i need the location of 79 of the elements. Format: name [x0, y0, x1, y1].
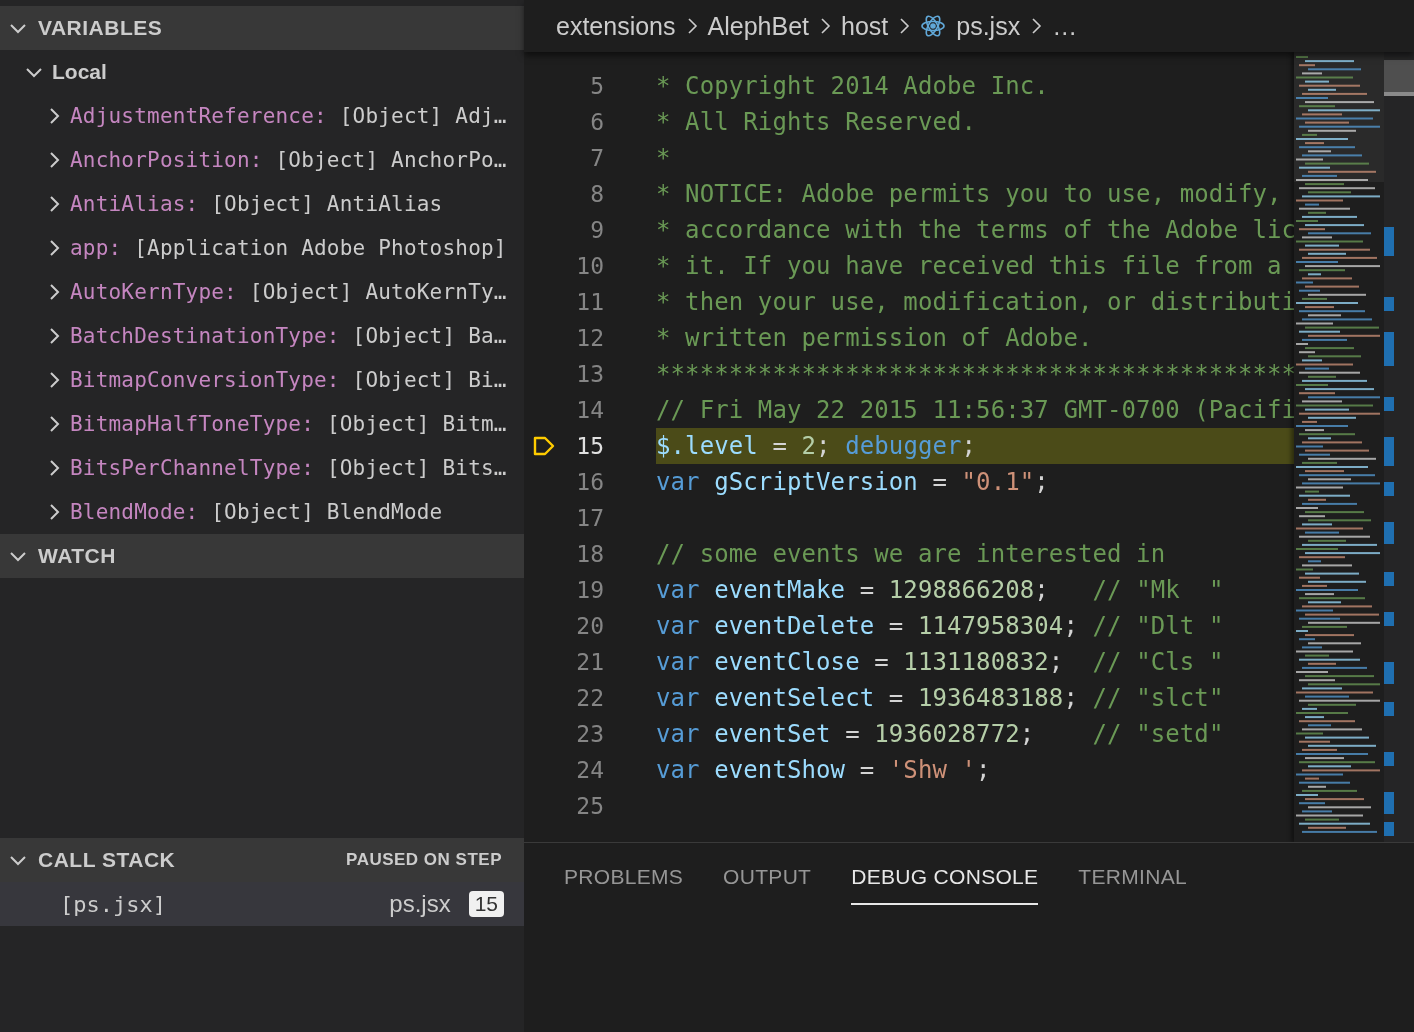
code-line: var gScriptVersion = "0.1"; — [656, 468, 1049, 496]
breadcrumb[interactable]: host — [841, 11, 889, 41]
chevron-right-icon — [819, 16, 831, 36]
code-line: * accordance with the terms of the Adobe lic — [656, 216, 1294, 244]
code-line: var eventSelect = 1936483188; // "slct" — [656, 684, 1224, 712]
frame-file: ps.jsx — [389, 890, 451, 918]
section-header[interactable]: VARIABLES — [0, 6, 524, 50]
panel-tab[interactable]: TERMINAL — [1078, 865, 1187, 905]
line-number: 18 — [575, 541, 604, 567]
line-number: 24 — [575, 757, 604, 783]
code-line: var eventDelete = 1147958304; // "Dlt " — [656, 612, 1224, 640]
code-line: ******************************************** — [656, 360, 1294, 388]
variable-entry[interactable]: AnchorPosition: [Object] AnchorPo… — [70, 148, 507, 172]
chevron-right-icon — [1030, 16, 1043, 36]
code-line: $.level = 2; debugger; — [656, 432, 977, 460]
line-number: 21 — [575, 649, 604, 675]
frame-name: [ps.jsx] — [60, 891, 166, 917]
panel-tab[interactable]: DEBUG CONSOLE — [851, 865, 1039, 905]
paused-arrow-icon — [532, 434, 556, 458]
line-number: 6 — [589, 109, 604, 135]
line-number: 10 — [575, 253, 604, 279]
code-line: * All Rights Reserved. — [656, 108, 977, 136]
code-line: // Fri May 22 2015 11:56:37 GMT-0700 (Pacifi — [656, 396, 1294, 424]
code-line: * written permission of Adobe. — [656, 324, 1093, 352]
line-number: 19 — [575, 577, 604, 603]
line-number: 23 — [575, 721, 604, 747]
line-number: 14 — [575, 397, 604, 423]
breadcrumb[interactable]: … — [1052, 11, 1078, 41]
line-number: 11 — [575, 289, 604, 315]
panel-tab[interactable]: PROBLEMS — [564, 865, 684, 905]
line-number: 12 — [575, 325, 604, 351]
variable-entry[interactable]: AutoKernType: [Object] AutoKernTy… — [70, 280, 507, 304]
variable-entry[interactable]: BatchDestinationType: [Object] Ba… — [70, 324, 507, 348]
breadcrumb[interactable]: extensions — [556, 11, 676, 41]
line-number: 15 — [575, 433, 604, 459]
line-badge: 15 — [468, 891, 504, 917]
line-number: 5 — [589, 73, 604, 99]
panel-tab[interactable]: OUTPUT — [723, 865, 812, 905]
scrollbar-drawing[interactable] — [1384, 52, 1414, 842]
code-line: var eventSet = 1936028772; // "setd" — [656, 720, 1224, 748]
code-line: * NOTICE: Adobe permits you to use, modify, — [656, 180, 1282, 208]
variable-entry[interactable]: BitmapConversionType: [Object] Bi… — [70, 368, 507, 392]
line-number: 8 — [589, 181, 604, 207]
code-line: * Copyright 2014 Adobe Inc. — [656, 72, 1049, 100]
breadcrumb[interactable]: AlephBet — [707, 11, 809, 41]
code-line: * then your use, modification, or distributi — [656, 288, 1294, 316]
line-number: 9 — [589, 217, 604, 243]
minimap-drawing[interactable] — [1294, 52, 1384, 842]
stack-frame[interactable]: [ps.jsx] ps.jsx 15 — [0, 882, 524, 926]
code-line: * — [656, 144, 671, 172]
line-number: 22 — [575, 685, 604, 711]
breadcrumb[interactable]: ps.jsx — [956, 11, 1021, 41]
code-line: var eventClose = 1131180832; // "Cls " — [656, 648, 1224, 676]
code-line: * it. If you have received this file from a — [656, 252, 1282, 280]
line-number: 13 — [575, 361, 604, 387]
chevron-right-icon — [685, 16, 698, 36]
line-number: 17 — [575, 505, 604, 531]
variable-entry[interactable]: app: [Application Adobe Photoshop] — [70, 236, 507, 260]
code-line: var eventShow = 'Shw '; — [656, 756, 991, 784]
line-number: 25 — [575, 793, 604, 819]
scope-name[interactable]: Local — [52, 60, 107, 84]
section-title: VARIABLES — [38, 16, 163, 40]
line-number: 20 — [575, 613, 604, 639]
pause-status: PAUSED ON STEP — [346, 850, 502, 870]
atom-icon — [920, 13, 947, 39]
section-title: WATCH — [38, 544, 116, 568]
section-header[interactable]: CALL STACK PAUSED ON STEP — [0, 838, 524, 882]
variable-entry[interactable]: BitmapHalfToneType: [Object] Bitm… — [70, 412, 507, 436]
line-number: 16 — [575, 469, 604, 495]
line-number: 7 — [589, 145, 604, 171]
variable-entry[interactable]: AntiAlias: [Object] AntiAlias — [70, 192, 443, 216]
chevron-right-icon — [898, 16, 911, 36]
variable-entry[interactable]: BitsPerChannelType: [Object] Bits… — [70, 456, 507, 480]
code-line: // some events we are interested in — [656, 540, 1166, 568]
variable-entry[interactable]: AdjustmentReference: [Object] Adj… — [70, 104, 507, 128]
section-header[interactable]: WATCH — [0, 534, 524, 578]
section-title: CALL STACK — [38, 848, 176, 872]
variable-entry[interactable]: BlendMode: [Object] BlendMode — [70, 500, 443, 524]
code-line: var eventMake = 1298866208; // "Mk " — [656, 576, 1224, 604]
